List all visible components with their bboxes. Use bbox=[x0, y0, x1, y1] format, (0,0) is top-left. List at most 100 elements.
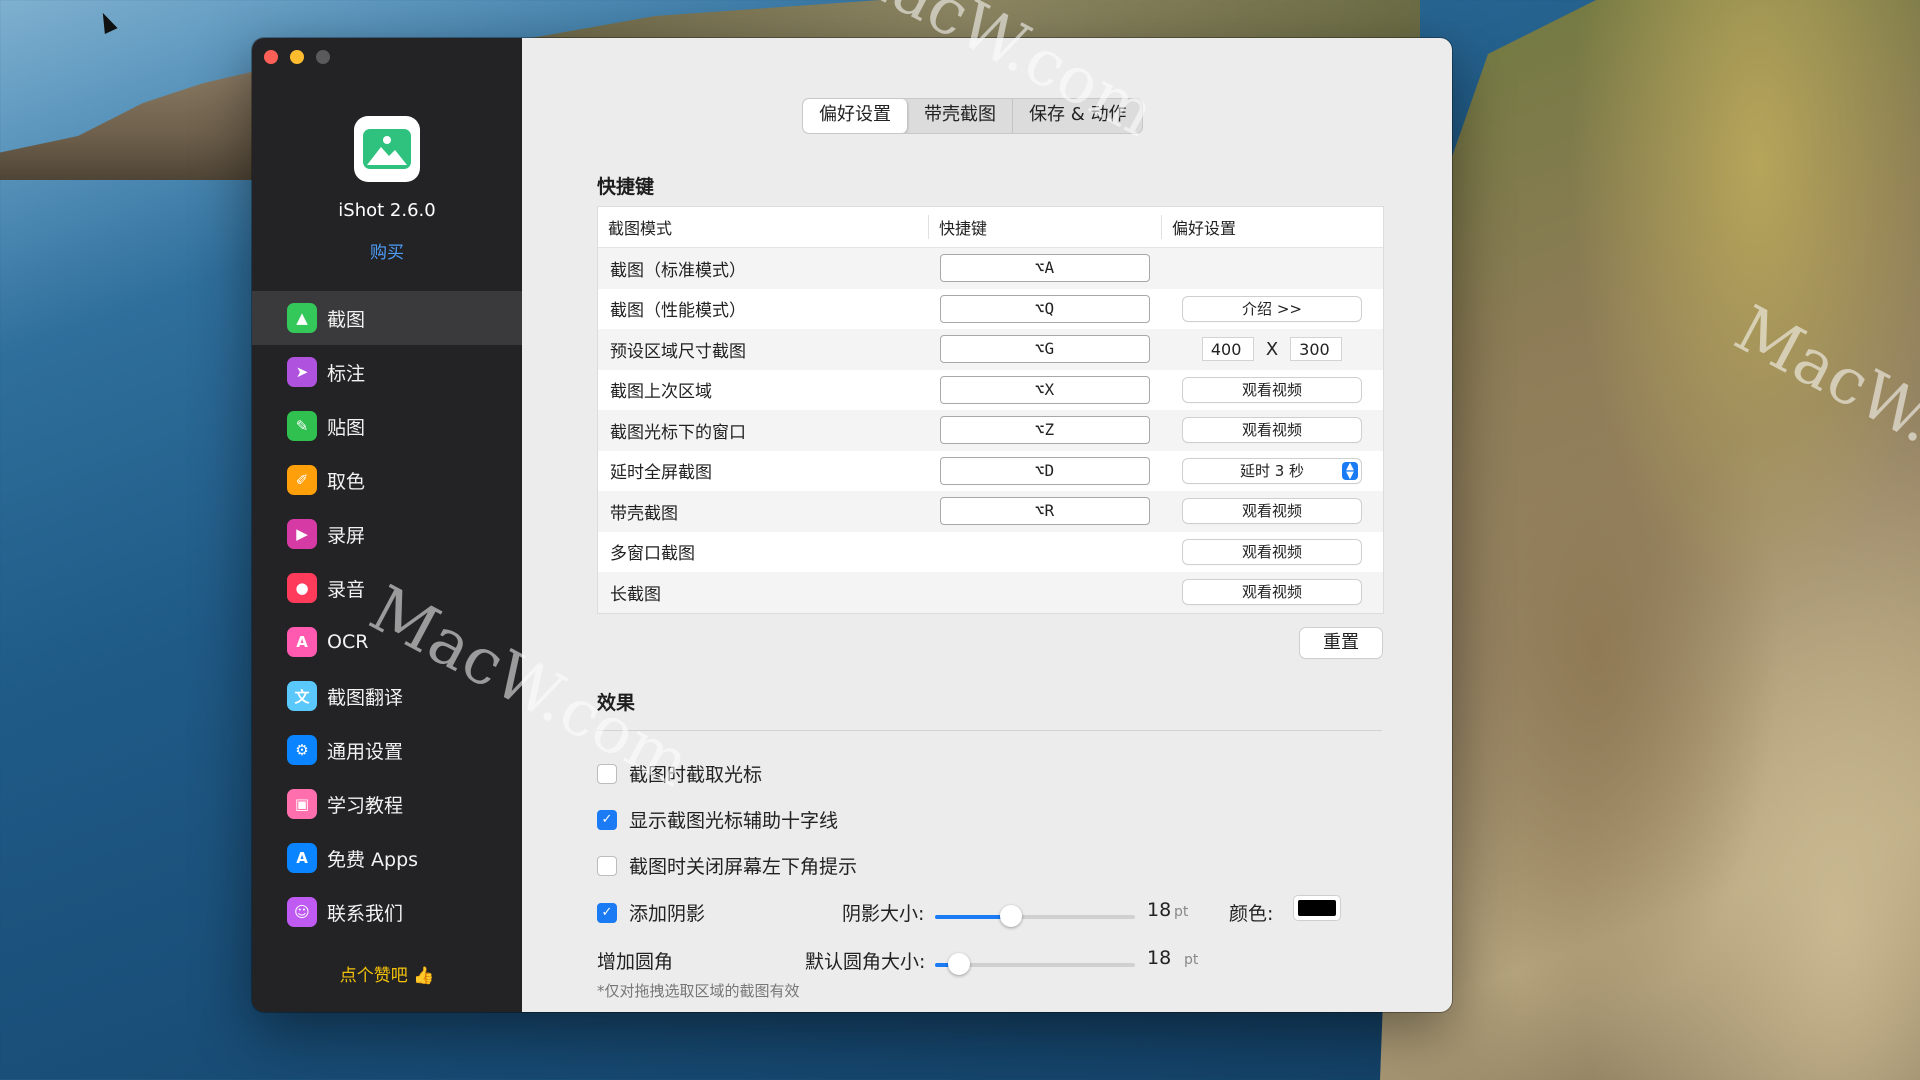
shadow-color-well[interactable] bbox=[1294, 896, 1340, 920]
slider-knob[interactable] bbox=[948, 953, 970, 975]
effects-divider bbox=[597, 730, 1382, 731]
pref-button[interactable]: 观看视频 bbox=[1183, 418, 1361, 443]
corner-size-label: 默认圆角大小: bbox=[805, 951, 926, 973]
pref-cell: 观看视频 bbox=[1161, 418, 1383, 443]
table-row: 长截图 观看视频 bbox=[598, 572, 1383, 613]
delay-select[interactable]: 延时 3 秒 ▲ ▼ bbox=[1183, 458, 1361, 483]
hotkey-recorder[interactable]: ⌥Z bbox=[939, 416, 1150, 445]
checkbox-box[interactable]: ✓ bbox=[597, 902, 617, 923]
hotkey-cell: ⌥Z bbox=[928, 416, 1161, 445]
mode-cell: 截图上次区域 bbox=[610, 382, 712, 403]
sidebar-item-icon: ✎ bbox=[287, 411, 317, 441]
pref-cell: 观看视频 bbox=[1161, 580, 1383, 605]
sidebar-item-icon: ☺ bbox=[287, 897, 317, 927]
col-header-mode: 截图模式 bbox=[608, 219, 673, 238]
hotkey-cell: ⌥A bbox=[928, 254, 1161, 283]
buy-link[interactable]: 购买 bbox=[252, 238, 522, 263]
checkbox-box[interactable]: ✓ bbox=[597, 809, 617, 830]
pref-button[interactable]: 观看视频 bbox=[1183, 539, 1361, 564]
width-field[interactable]: 400 bbox=[1201, 337, 1254, 362]
reset-button[interactable]: 重置 bbox=[1300, 628, 1382, 658]
pref-button[interactable]: 观看视频 bbox=[1183, 580, 1361, 605]
pref-cell: 400 X 300 bbox=[1161, 337, 1383, 362]
size-separator: X bbox=[1265, 338, 1279, 360]
sidebar-item-label: 截图 bbox=[327, 308, 366, 331]
shadow-size-unit: pt bbox=[1174, 904, 1189, 920]
shortcuts-title: 快捷键 bbox=[597, 176, 655, 198]
slider-knob[interactable] bbox=[1000, 905, 1022, 927]
table-header: 截图模式 快捷键 偏好设置 bbox=[598, 207, 1383, 248]
mode-cell: 带壳截图 bbox=[610, 503, 678, 524]
pref-cell: 延时 3 秒 ▲ ▼ bbox=[1161, 458, 1383, 483]
shadow-checkbox[interactable]: ✓ 添加阴影 bbox=[597, 899, 705, 926]
pref-cell: 观看视频 bbox=[1161, 377, 1383, 402]
like-link[interactable]: 点个赞吧 👍 bbox=[252, 961, 522, 986]
mode-cell: 预设区域尺寸截图 bbox=[610, 341, 746, 362]
table-row: 截图光标下的窗口 ⌥Z 观看视频 bbox=[598, 410, 1383, 451]
sidebar-item[interactable]: ☺ 联系我们 bbox=[252, 885, 522, 939]
sidebar-item-label: 标注 bbox=[327, 362, 366, 385]
pref-button[interactable]: 观看视频 bbox=[1183, 377, 1361, 402]
sidebar-item-icon: A bbox=[287, 843, 317, 873]
mode-cell: 截图（标准模式） bbox=[610, 260, 746, 281]
col-header-hotkey: 快捷键 bbox=[928, 215, 1161, 239]
ishot-preferences-window: iShot 2.6.0 购买 ▲ 截图 ➤ 标注 ✎ 贴图 ✐ 取色 ▶ 录屏 ● 录音 A OCR 文截图… bbox=[252, 38, 1452, 1012]
corner-label: 增加圆角 bbox=[597, 951, 674, 973]
sidebar-item-icon: ▶ bbox=[287, 519, 317, 549]
table-row: 延时全屏截图 ⌥D 延时 3 秒 ▲ ▼ bbox=[598, 451, 1383, 492]
corner-note: *仅对拖拽选取区域的截图有效 bbox=[597, 982, 800, 1000]
pref-button[interactable]: 介绍 >> bbox=[1183, 296, 1361, 321]
shadow-size-label: 阴影大小: bbox=[842, 903, 925, 925]
window-controls bbox=[264, 50, 330, 64]
hotkey-recorder[interactable]: ⌥R bbox=[939, 497, 1150, 526]
sidebar-item-label: 取色 bbox=[327, 470, 366, 493]
shadow-size-slider[interactable] bbox=[935, 905, 1135, 927]
hotkey-recorder[interactable]: ⌥Q bbox=[939, 294, 1150, 323]
sidebar-item[interactable]: ▶ 录屏 bbox=[252, 507, 522, 561]
sidebar-item[interactable]: ⚙ 通用设置 bbox=[252, 723, 522, 777]
checkbox-box[interactable] bbox=[597, 855, 617, 876]
sidebar-item[interactable]: ➤ 标注 bbox=[252, 345, 522, 399]
pref-cell: 观看视频 bbox=[1161, 539, 1383, 564]
updown-chevron-icon: ▲ ▼ bbox=[1342, 461, 1358, 480]
sidebar-item[interactable]: A 免费 Apps bbox=[252, 831, 522, 885]
sidebar-item[interactable]: ▣ 学习教程 bbox=[252, 777, 522, 831]
hotkey-recorder[interactable]: ⌥D bbox=[939, 456, 1150, 485]
sidebar-item-icon: ⚙ bbox=[287, 735, 317, 765]
hotkey-recorder[interactable]: ⌥A bbox=[939, 254, 1150, 283]
zoom-window-button[interactable] bbox=[316, 50, 330, 64]
table-row: 截图（标准模式） ⌥A bbox=[598, 248, 1383, 289]
table-row: 截图（性能模式） ⌥Q 介绍 >> bbox=[598, 289, 1383, 330]
height-field[interactable]: 300 bbox=[1290, 337, 1343, 362]
sidebar-item-label: 截图翻译 bbox=[327, 686, 404, 709]
sidebar-item-icon: 文 bbox=[287, 681, 317, 711]
tab[interactable]: 带壳截图 bbox=[908, 99, 1013, 133]
hide-hint-checkbox[interactable]: 截图时关闭屏幕左下角提示 bbox=[597, 852, 857, 879]
desktop-mountain-left bbox=[0, 70, 260, 180]
sidebar-item[interactable]: ▲ 截图 bbox=[252, 291, 522, 345]
hotkey-cell: ⌥G bbox=[928, 335, 1161, 364]
close-window-button[interactable] bbox=[264, 50, 278, 64]
col-header-pref: 偏好设置 bbox=[1161, 215, 1383, 239]
sidebar-item-icon: A bbox=[287, 627, 317, 657]
pref-button[interactable]: 观看视频 bbox=[1183, 499, 1361, 524]
color-swatch bbox=[1298, 900, 1336, 916]
mode-cell: 截图光标下的窗口 bbox=[610, 422, 746, 443]
sidebar-item-label: 免费 Apps bbox=[327, 848, 419, 871]
sidebar-item-icon: ▣ bbox=[287, 789, 317, 819]
tab[interactable]: 偏好设置 bbox=[803, 99, 908, 133]
table-row: 预设区域尺寸截图 ⌥G 400 X 300 bbox=[598, 329, 1383, 370]
sidebar-item[interactable]: ✎ 贴图 bbox=[252, 399, 522, 453]
hotkey-recorder[interactable]: ⌥X bbox=[939, 375, 1150, 404]
mode-cell: 截图（性能模式） bbox=[610, 301, 746, 322]
table-row: 带壳截图 ⌥R 观看视频 bbox=[598, 491, 1383, 532]
corner-size-slider[interactable] bbox=[935, 953, 1135, 975]
sidebar-item-label: 贴图 bbox=[327, 416, 366, 439]
desktop-mountain-right bbox=[1380, 0, 1920, 1080]
sidebar-item[interactable]: ✐ 取色 bbox=[252, 453, 522, 507]
crosshair-checkbox[interactable]: ✓ 显示截图光标辅助十字线 bbox=[597, 806, 838, 833]
app-name-version: iShot 2.6.0 bbox=[338, 200, 436, 221]
hotkey-recorder[interactable]: ⌥G bbox=[939, 335, 1150, 364]
pref-cell: 观看视频 bbox=[1161, 499, 1383, 524]
minimize-window-button[interactable] bbox=[290, 50, 304, 64]
